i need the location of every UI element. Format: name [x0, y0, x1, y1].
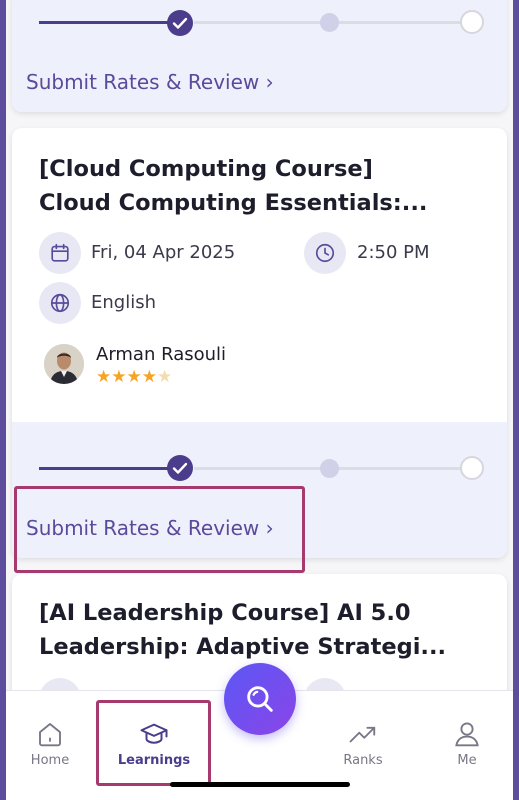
home-indicator [170, 782, 350, 787]
star-empty-icon: ★ [157, 367, 173, 387]
progress-step-pending [460, 456, 484, 480]
check-icon [172, 462, 188, 474]
progress-panel: Submit Rates & Review › [12, 0, 507, 112]
search-icon [247, 686, 273, 712]
nav-label: Ranks [343, 753, 383, 768]
star-icon: ★ [96, 367, 112, 387]
progress-step-pending [460, 10, 484, 34]
nav-label: Home [30, 753, 70, 768]
user-icon [455, 722, 479, 747]
star-icon: ★ [141, 367, 157, 387]
progress-track-done [39, 467, 169, 470]
check-icon [172, 17, 188, 29]
review-link-highlight [14, 486, 305, 573]
progress-step-current [320, 13, 339, 32]
search-fab-button[interactable] [224, 663, 296, 735]
learnings-highlight [96, 700, 211, 786]
home-icon [39, 723, 61, 747]
nav-item-home[interactable]: Home [10, 719, 90, 768]
rating-stars: ★★★★★ [96, 368, 172, 386]
progress-track-done [39, 21, 169, 24]
course-language: English [91, 292, 156, 313]
progress-step-complete [167, 455, 193, 481]
nav-item-me[interactable]: Me [427, 719, 507, 768]
progress-step-current [320, 459, 339, 478]
trending-up-icon [349, 726, 376, 743]
course-date: Fri, 04 Apr 2025 [91, 242, 236, 263]
course-title[interactable]: [Cloud Computing Course] Cloud Computing… [39, 152, 479, 220]
app-screen: Submit Rates & Review › [Cloud Computing… [6, 0, 513, 800]
star-icon: ★ [111, 367, 127, 387]
clock-icon [315, 243, 335, 263]
globe-icon-badge [39, 282, 81, 324]
course-title[interactable]: [AI Leadership Course] AI 5.0 Leadership… [39, 596, 479, 664]
course-card-previous: Submit Rates & Review › [12, 0, 507, 112]
instructor-photo [44, 344, 84, 384]
instructor-avatar [44, 344, 84, 384]
chevron-right-icon: › [265, 70, 274, 94]
progress-step-complete [167, 10, 193, 36]
clock-icon-badge [304, 232, 346, 274]
course-time: 2:50 PM [357, 242, 430, 263]
calendar-icon [51, 243, 69, 262]
submit-review-link[interactable]: Submit Rates & Review › [26, 70, 274, 94]
nav-label: Me [457, 753, 477, 768]
calendar-icon-badge [39, 232, 81, 274]
nav-item-ranks[interactable]: Ranks [323, 719, 403, 768]
star-icon: ★ [126, 367, 142, 387]
instructor-name: Arman Rasouli [96, 344, 227, 365]
globe-icon [50, 293, 70, 313]
